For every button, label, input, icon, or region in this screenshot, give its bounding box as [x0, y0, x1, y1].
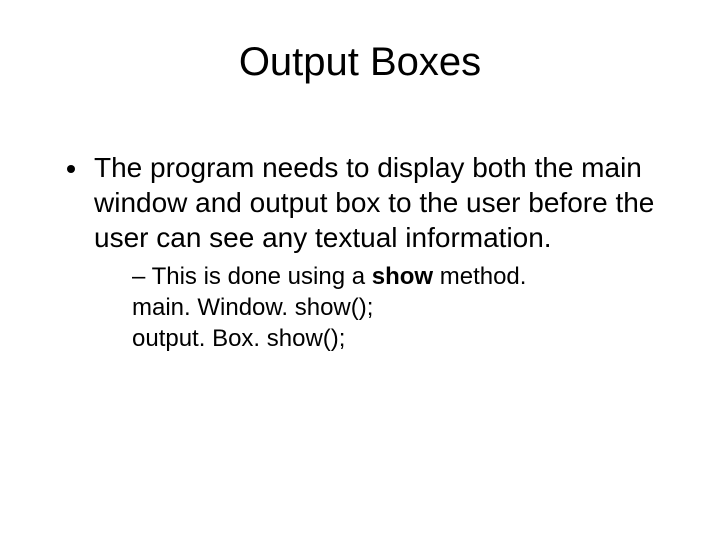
bullet-item-1: The program needs to display both the ma… [90, 150, 660, 355]
slide: Output Boxes The program needs to displa… [0, 0, 720, 540]
bullet-text-1: The program needs to display both the ma… [94, 152, 654, 253]
sub-suffix: method. [433, 263, 526, 290]
slide-body: The program needs to display both the ma… [60, 150, 660, 363]
bullet-list: The program needs to display both the ma… [60, 150, 660, 355]
slide-title: Output Boxes [0, 40, 720, 85]
sub-bullet-1: This is done using a show method. [132, 263, 526, 290]
sub-block: This is done using a show method. main. … [94, 261, 660, 355]
code-line-1: main. Window. show(); [132, 292, 660, 323]
code-line-2: output. Box. show(); [132, 323, 660, 354]
sub-prefix: This is done using a [152, 263, 372, 290]
sub-bold: show [372, 263, 433, 290]
